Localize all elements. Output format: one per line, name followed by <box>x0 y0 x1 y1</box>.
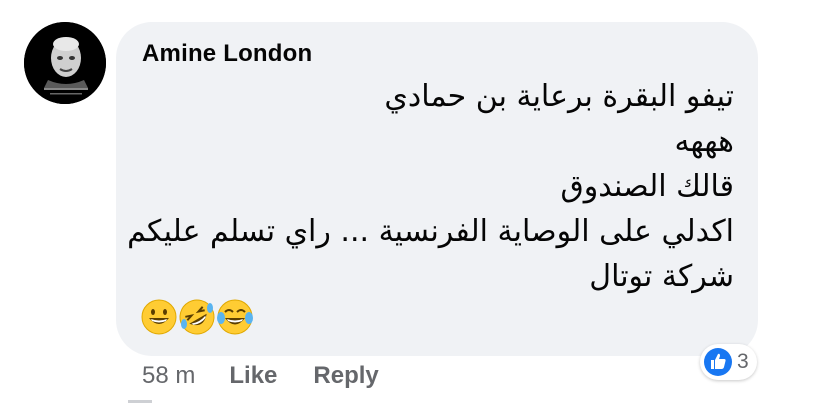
comment-line: قالك الصندوق <box>560 169 735 204</box>
comment-line: اكدلي على الوصاية الفرنسية ... راي تسلم … <box>127 214 734 249</box>
comment-timestamp[interactable]: 58 m <box>142 362 195 390</box>
comment-line: تيفو البقرة برعاية بن حمادي <box>384 79 734 114</box>
rolling-laughing-icon <box>179 299 215 335</box>
tears-of-joy-icon <box>217 299 253 335</box>
comment-actions: 58 m Like Reply <box>142 362 415 390</box>
reply-thread-line <box>128 400 152 403</box>
reply-button[interactable]: Reply <box>313 362 378 390</box>
comment-bubble: Amine London تيفو البقرة برعاية بن حمادي… <box>116 22 758 356</box>
avatar[interactable] <box>24 22 106 104</box>
comment-line: شركة توتال <box>589 259 734 294</box>
like-button[interactable]: Like <box>229 362 277 390</box>
comment-text: تيفو البقرة برعاية بن حمادي هههه قالك ال… <box>127 74 734 299</box>
comment-author[interactable]: Amine London <box>142 40 312 68</box>
profile-picture-icon <box>24 22 106 104</box>
reaction-count: 3 <box>737 350 749 373</box>
comment-line: هههه <box>674 124 734 159</box>
emoji-row <box>140 298 254 336</box>
thumbs-up-icon <box>704 348 732 376</box>
grinning-face-icon <box>141 299 177 335</box>
reaction-summary[interactable]: 3 <box>700 344 757 380</box>
